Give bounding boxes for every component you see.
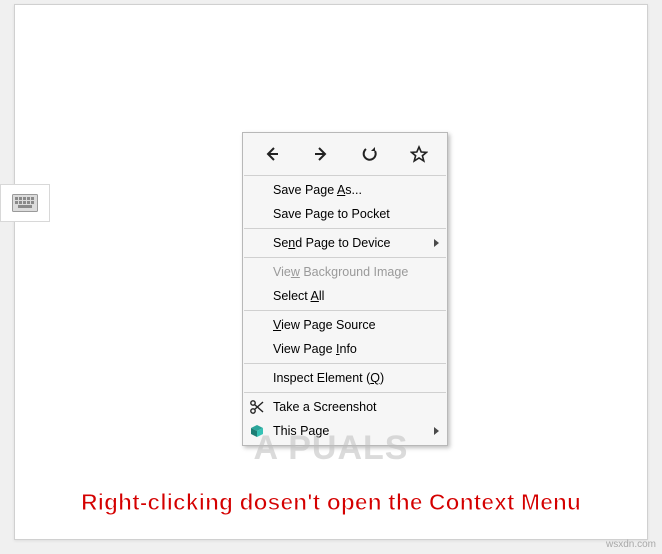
- forward-button[interactable]: [301, 138, 341, 170]
- separator: [244, 228, 446, 229]
- separator: [244, 175, 446, 176]
- menu-take-screenshot[interactable]: Take a Screenshot: [243, 395, 447, 419]
- blank-icon: [247, 339, 267, 359]
- separator: [244, 363, 446, 364]
- menu-save-page-pocket[interactable]: Save Page to Pocket: [243, 202, 447, 226]
- separator: [244, 257, 446, 258]
- blank-icon: [247, 368, 267, 388]
- menu-inspect-element[interactable]: Inspect Element (Q): [243, 366, 447, 390]
- menu-select-all[interactable]: Select All: [243, 284, 447, 308]
- blank-icon: [247, 233, 267, 253]
- menu-view-source[interactable]: View Page Source: [243, 313, 447, 337]
- source-mark: wsxdn.com: [606, 539, 656, 550]
- watermark-logo: A PUALS: [0, 429, 662, 468]
- context-menu: Save Page As... Save Page to Pocket Send…: [242, 132, 448, 446]
- blank-icon: [247, 204, 267, 224]
- blank-icon: [247, 315, 267, 335]
- caption-text: Right-clicking dosen't open the Context …: [0, 489, 662, 516]
- back-button[interactable]: [252, 138, 292, 170]
- separator: [244, 392, 446, 393]
- scissors-icon: [247, 397, 267, 417]
- blank-icon: [247, 180, 267, 200]
- menu-send-page-device[interactable]: Send Page to Device: [243, 231, 447, 255]
- blank-icon: [247, 262, 267, 282]
- blank-icon: [247, 286, 267, 306]
- menu-view-info[interactable]: View Page Info: [243, 337, 447, 361]
- reload-button[interactable]: [350, 138, 390, 170]
- separator: [244, 310, 446, 311]
- keyboard-icon: [0, 184, 50, 222]
- chevron-right-icon: [434, 239, 439, 247]
- menu-save-page-as[interactable]: Save Page As...: [243, 178, 447, 202]
- context-menu-nav-row: [243, 135, 447, 173]
- menu-view-bg-image: View Background Image: [243, 260, 447, 284]
- bookmark-button[interactable]: [399, 138, 439, 170]
